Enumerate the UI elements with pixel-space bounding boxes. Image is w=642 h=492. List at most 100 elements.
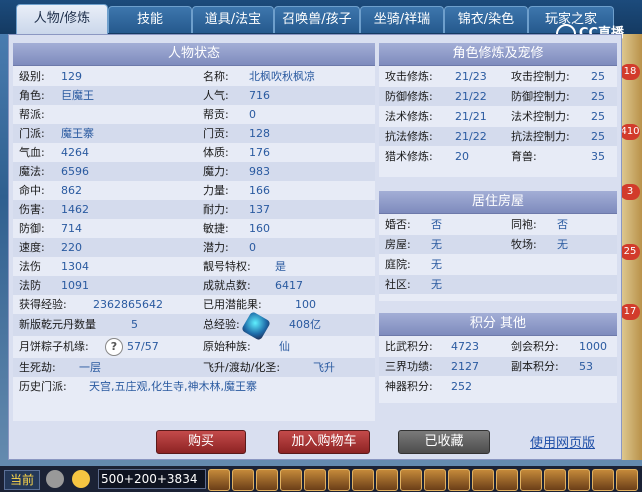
housing-label: 社区: [385, 278, 411, 291]
origin-label: 原始种族: [203, 340, 251, 353]
housing-value: 否 [431, 218, 442, 231]
yuebing-help-icon[interactable]: ? [105, 338, 123, 356]
status-value: 6417 [275, 279, 303, 292]
tab-skills[interactable]: 技能 [108, 6, 192, 33]
status-value: 1462 [61, 203, 89, 216]
cultivation-label: 防御修炼: [385, 90, 433, 103]
collected-button[interactable]: 已收藏 [398, 430, 490, 454]
tab-bar: 人物/修炼 技能 道具/法宝 召唤兽/孩子 坐骑/祥瑞 锦衣/染色 玩家之家 C… [0, 0, 642, 44]
total-exp-value: 408亿 [289, 318, 321, 331]
points-value: 2127 [451, 360, 479, 373]
status-label: 力量: [203, 184, 229, 197]
status-value: 714 [61, 222, 82, 235]
tab-mounts[interactable]: 坐骑/祥瑞 [360, 6, 444, 33]
right-badge: 17 [620, 304, 640, 320]
chat-input[interactable]: 500+200+3834 [98, 469, 206, 489]
status-row: 法防 1091 成就点数: 6417 [13, 276, 375, 295]
feisheng-value: 飞升 [313, 361, 335, 374]
tab-character[interactable]: 人物/修炼 [16, 4, 108, 35]
qianyuan-row: 新版乾元丹数量 5 总经验: ? 408亿 [13, 314, 375, 336]
toolbar-slot-icon[interactable] [568, 469, 590, 491]
status-value: 巨魔王 [61, 89, 94, 102]
toolbar-slot-icon[interactable] [424, 469, 446, 491]
points-value: 4723 [451, 340, 479, 353]
toolbar-slot-icon[interactable] [256, 469, 278, 491]
housing-value: 否 [557, 218, 568, 231]
cultivation-label: 法术控制力: [511, 110, 570, 123]
points-value: 252 [451, 380, 472, 393]
history-label: 历史门派: [19, 380, 67, 393]
toolbar-slot-icon[interactable] [472, 469, 494, 491]
housing-row: 庭院: 无 [379, 255, 617, 274]
status-label: 防御: [19, 222, 45, 235]
status-value: 是 [275, 260, 286, 273]
tab-pets[interactable]: 召唤兽/孩子 [274, 6, 360, 33]
yuebing-row: 月饼粽子机缘: ? 57/57 原始种族: 仙 [13, 336, 375, 358]
channel-current-button[interactable]: 当前 [4, 470, 40, 490]
toolbar-slot-icon[interactable] [352, 469, 374, 491]
toolbar-slot-icon[interactable] [280, 469, 302, 491]
toolbar-slot-icon[interactable] [304, 469, 326, 491]
toolbar-slot-icon[interactable] [592, 469, 614, 491]
points-row: 神器积分: 252 [379, 377, 617, 396]
status-value: 0 [249, 241, 256, 254]
exp-row: 获得经验: 2362865642 已用潜能果: 100 [13, 295, 375, 314]
points-value: 1000 [579, 340, 607, 353]
buy-button[interactable]: 购买 [156, 430, 246, 454]
status-row: 气血: 4264 体质: 176 [13, 143, 375, 162]
cultivation-row: 抗法修炼: 21/22 抗法控制力: 25 [379, 127, 617, 146]
tab-items[interactable]: 道具/法宝 [192, 6, 274, 33]
status-value: 176 [249, 146, 270, 159]
emoji-icon[interactable] [72, 470, 90, 488]
toolbar-slot-icon[interactable] [208, 469, 230, 491]
cultivation-panel: 角色修炼及宠修 攻击修炼: 21/23 攻击控制力: 25 防御修炼: 21/22 防御控制… [379, 43, 617, 177]
status-label: 潜力: [203, 241, 229, 254]
toolbar-slot-icon[interactable] [616, 469, 638, 491]
shengsi-row: 生死劫: 一层 飞升/渡劫/化圣: 飞升 [13, 358, 375, 377]
housing-label: 房屋: [385, 238, 411, 251]
status-label: 人气: [203, 89, 229, 102]
status-label: 法防 [19, 279, 41, 292]
add-to-cart-button[interactable]: 加入购物车 [278, 430, 370, 454]
status-row: 防御: 714 敏捷: 160 [13, 219, 375, 238]
cultivation-label: 抗法控制力: [511, 130, 570, 143]
right-badge: 25 [620, 244, 640, 260]
points-row: 三界功绩: 2127 副本积分: 53 [379, 357, 617, 376]
status-row: 伤害: 1462 耐力: 137 [13, 200, 375, 219]
cultivation-value: 20 [455, 150, 469, 163]
toolbar-slot-icon[interactable] [400, 469, 422, 491]
history-row: 历史门派: 天宫,五庄观,化生寺,神木林,魔王寨 [13, 377, 375, 396]
status-value: 220 [61, 241, 82, 254]
points-row: 比武积分: 4723 剑会积分: 1000 [379, 337, 617, 356]
cultivation-panel-title: 角色修炼及宠修 [379, 43, 617, 66]
toolbar-slot-icon[interactable] [232, 469, 254, 491]
status-label: 伤害: [19, 203, 45, 216]
status-value: 862 [61, 184, 82, 197]
toolbar-slot-icon[interactable] [328, 469, 350, 491]
status-label: 法伤 [19, 260, 41, 273]
tab-costumes[interactable]: 锦衣/染色 [444, 6, 528, 33]
status-value: 166 [249, 184, 270, 197]
housing-panel: 居住房屋 婚否: 否同袍: 否房屋: 无牧场: 无庭院: 无社区: 无 [379, 191, 617, 301]
shengsi-value: 一层 [79, 361, 101, 374]
housing-value: 无 [431, 278, 442, 291]
cultivation-value: 35 [591, 150, 605, 163]
voice-icon[interactable] [46, 470, 64, 488]
status-value: 129 [61, 70, 82, 83]
status-label: 魔法: [19, 165, 45, 178]
web-version-link[interactable]: 使用网页版 [530, 432, 595, 451]
status-value: 4264 [61, 146, 89, 159]
toolbar-slot-icon[interactable] [520, 469, 542, 491]
toolbar-slot-icon[interactable] [448, 469, 470, 491]
status-label: 敏捷: [203, 222, 229, 235]
points-value: 53 [579, 360, 593, 373]
toolbar-slot-icon[interactable] [376, 469, 398, 491]
status-row: 级别: 129 名称: 北枫吹秋枫凉 [13, 67, 375, 86]
status-row: 法伤 1304 靓号特权: 是 [13, 257, 375, 276]
toolbar-slot-icon[interactable] [544, 469, 566, 491]
status-label: 帮贡: [203, 108, 229, 121]
status-value: 128 [249, 127, 270, 140]
status-panel: 人物状态 级别: 129 名称: 北枫吹秋枫凉 角色: 巨魔王 人气: 716 帮派: 帮贡: 0 门… [13, 43, 375, 421]
points-label: 比武积分: [385, 340, 433, 353]
toolbar-slot-icon[interactable] [496, 469, 518, 491]
